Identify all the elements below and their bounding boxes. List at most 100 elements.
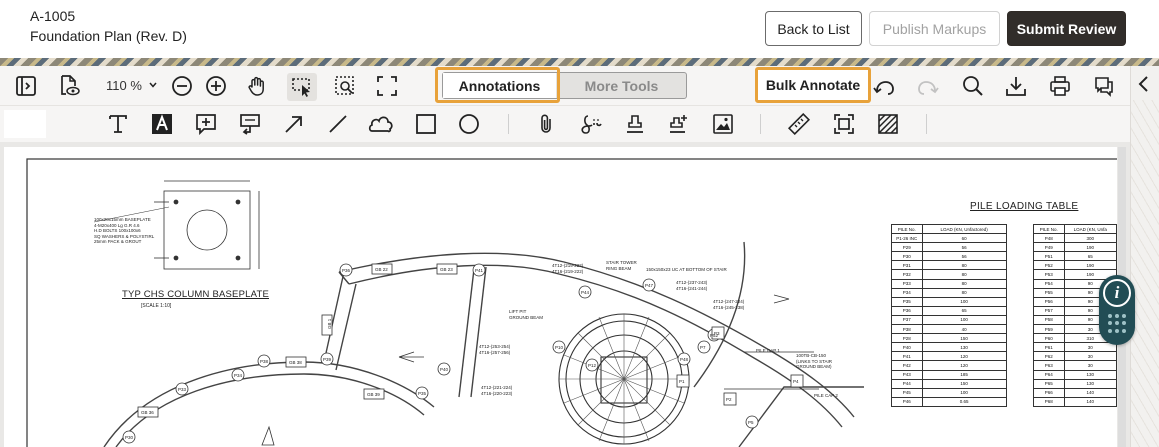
note-icon[interactable] [194,112,218,136]
arrow-icon[interactable] [282,112,306,136]
pile-table-cell: P45 [891,387,923,398]
pile-table-gap [1006,379,1033,388]
collapse-panel-icon[interactable] [1134,74,1154,94]
pile-table-cell: P62 [1032,351,1065,362]
pile-table-cell: 190 [1063,242,1117,253]
download-icon[interactable] [1004,74,1028,98]
pile-table-cell: P63 [1032,360,1065,371]
svg-text:GB 39: GB 39 [367,392,380,397]
pile-table-cell: P43 [891,369,923,380]
pile-table-row: P45 100 P66 140 [891,387,1117,398]
pile-table-gap [1006,252,1033,261]
document-title: Foundation Plan (Rev. D) [30,28,187,44]
pile-table-cell: P65 [1032,378,1065,389]
grip-icon[interactable] [1108,314,1128,334]
hatch-icon[interactable] [876,112,900,136]
fullscreen-icon[interactable] [375,74,399,98]
pile-table-gap [1006,315,1033,324]
redo-icon[interactable] [916,76,940,98]
stamp-icon[interactable] [623,112,647,136]
pile-table-row: P34 80 P55 90 [891,287,1117,298]
pile-table-cell: P30 [891,251,923,262]
callout-icon[interactable] [238,112,262,136]
baseplate-scale: [SCALE 1:10] [141,303,172,309]
svg-text:P10: P10 [555,345,564,350]
tab-more-tools[interactable]: More Tools [557,73,686,98]
crop-icon[interactable] [832,112,856,136]
publish-markups-button[interactable]: Publish Markups [869,11,1000,46]
svg-text:P2: P2 [726,397,732,402]
pile-table-cell: P51 [1032,251,1065,262]
document-eye-icon[interactable] [57,74,81,98]
pile-table-row: P43 185 P64 130 [891,369,1117,380]
pile-table-cell: P29 [891,242,923,253]
bars-note-5: 4T12-(221-224) 4T16-(220-223) [481,385,513,396]
bulk-annotate-button[interactable]: Bulk Annotate [755,67,871,103]
drawing-page[interactable]: P36 GB 22 GB 23 P41 P40 P44 P47 GB 1 P39 GB 38… [4,147,1117,447]
image-icon[interactable] [711,112,735,136]
zoom-in-icon[interactable] [204,74,228,98]
bars-note-1: 4T12-(219-222) 4T16-(219-222) [552,263,584,274]
decorative-band [0,58,1159,66]
pile-table-cell: 150 [921,378,1007,389]
pile-table-gap [1006,343,1033,352]
pile-table-cell: 65 [921,305,1007,316]
pile-table-gap [1006,297,1033,306]
pile-table-cell: 56 [921,242,1007,253]
svg-text:GB 22: GB 22 [375,267,388,272]
pile-table-gap [1006,352,1033,361]
line-icon[interactable] [326,112,350,136]
signature-icon[interactable] [578,112,604,136]
svg-text:P3: P3 [714,331,720,336]
zoom-area-icon[interactable] [333,74,357,98]
svg-text:P5: P5 [748,420,754,425]
text-box-icon[interactable] [150,112,174,136]
pile-table-row: P29 56 P49 190 [891,242,1117,253]
pile-table-cell: 100 [921,387,1007,398]
measure-icon[interactable] [787,112,811,136]
pile-table-cell: PILE No. [1032,223,1065,235]
pile-table-title: PILE LOADING TABLE [970,201,1079,212]
pan-hand-icon[interactable] [245,74,269,98]
toolbar-divider [926,114,927,134]
back-to-list-button[interactable]: Back to List [765,11,862,46]
pile-table-cell: P33 [891,278,923,289]
search-icon[interactable] [961,74,985,98]
pile-table-row: P44 150 P65 130 [891,378,1117,389]
pile-table-cell: 120 [921,351,1007,362]
undo-icon[interactable] [872,76,896,98]
text-icon[interactable] [106,112,130,136]
svg-text:P33: P33 [178,387,187,392]
cloud-icon[interactable] [368,112,394,136]
pile-table-cell: P35 [891,296,923,307]
svg-text:P34: P34 [234,373,243,378]
svg-text:P35: P35 [418,391,427,396]
svg-text:P40: P40 [440,367,449,372]
pile-table-cell: 30 [1063,342,1117,353]
pile-table-row: P46 0.65 P68 140 [891,396,1117,407]
custom-stamp-icon[interactable] [666,112,690,136]
attachment-icon[interactable] [535,112,559,136]
pile-table-gap [1006,261,1033,270]
pile-table-cell: P55 [1032,287,1065,298]
sidebar-toggle-icon[interactable] [14,74,38,98]
info-icon[interactable]: i [1103,279,1131,307]
pile-table-row: P31 80 P52 190 [891,260,1117,271]
rectangle-icon[interactable] [414,112,438,136]
pile-table-cell: 56 [921,251,1007,262]
zoom-out-icon[interactable] [170,74,194,98]
pile-table-cell: LOAD (KN, Unfa [1063,223,1117,235]
comments-icon[interactable] [1092,74,1116,98]
ellipse-icon[interactable] [457,112,481,136]
zoom-level[interactable]: 110 % [106,78,142,93]
pile-table-gap [1006,270,1033,279]
submit-review-button[interactable]: Submit Review [1007,11,1126,46]
select-area-icon[interactable] [290,75,314,99]
rail-pattern [1131,100,1159,447]
zoom-dropdown-chevron-icon[interactable] [147,79,159,91]
pile-table-cell: P28 [891,333,923,344]
pile-table-gap [1006,243,1033,252]
pile-table-cell: P40 [891,342,923,353]
svg-text:P44: P44 [581,290,590,295]
print-icon[interactable] [1048,74,1072,98]
